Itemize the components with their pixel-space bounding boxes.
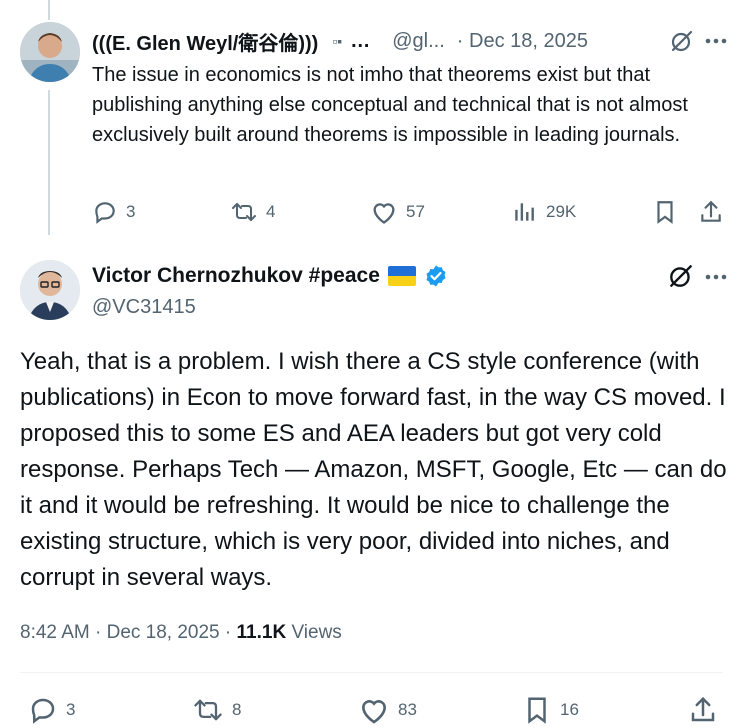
post-timestamp[interactable]: 8:42 AM · Dec 18, 2025 · [20, 622, 237, 643]
like-button[interactable]: 57 [370, 199, 425, 225]
repost-icon [232, 203, 256, 221]
post-views-label: Views [286, 622, 342, 643]
reply-button[interactable]: 3 [92, 199, 135, 225]
thread-line-top [48, 0, 50, 20]
more-icon[interactable] [703, 28, 729, 54]
post-reply-count: 3 [66, 700, 76, 719]
repost-button[interactable]: 4 [230, 199, 275, 225]
heart-icon [361, 700, 387, 724]
post-author-avatar[interactable] [20, 260, 80, 320]
post-like-count: 83 [398, 700, 417, 719]
reply-text: The issue in economics is not imho that … [92, 64, 688, 146]
thread-line-connector [48, 90, 50, 235]
reply-author-name[interactable]: (((E. Glen Weyl/衛谷倫))) [92, 27, 318, 56]
post-repost-button[interactable]: 8 [192, 695, 241, 725]
post-text: Yeah, that is a problem. I wish there a … [20, 348, 727, 591]
post-author-name[interactable]: Victor Chernozhukov #peace [92, 264, 380, 288]
bookmark-icon [657, 201, 673, 224]
post-meta: 8:42 AM · Dec 18, 2025 · 11.1K Views [20, 622, 342, 644]
more-icon[interactable] [703, 264, 729, 290]
bookmark-icon [528, 697, 546, 724]
post-repost-count: 8 [232, 700, 242, 719]
views-icon [515, 203, 534, 221]
post-bookmark-button[interactable]: 16 [522, 695, 579, 725]
reply-icon [95, 202, 115, 224]
post-author-handle[interactable]: @VC31415 [92, 296, 196, 319]
post-author-name-row: Victor Chernozhukov #peace [92, 264, 448, 288]
repost-icon [194, 699, 222, 721]
grok-icon[interactable] [667, 262, 695, 290]
reply-name-ellipsis: … [350, 29, 371, 52]
verified-badge-icon[interactable] [424, 264, 448, 288]
repost-count: 4 [266, 202, 276, 221]
post-bookmark-count: 16 [560, 700, 579, 719]
post-like-button[interactable]: 83 [358, 695, 417, 725]
reply-author-avatar[interactable] [20, 22, 80, 82]
heart-icon [373, 203, 395, 224]
share-icon [701, 200, 721, 222]
post-reply-button[interactable]: 3 [28, 695, 75, 725]
views-count: 29K [546, 202, 577, 221]
like-count: 57 [406, 202, 425, 221]
post-share-button[interactable] [688, 695, 718, 725]
grok-icon[interactable] [669, 28, 695, 54]
affiliation-badge-icon: ▫▪ [332, 33, 343, 49]
share-icon [691, 696, 715, 722]
bookmark-button[interactable] [652, 199, 678, 225]
reply-header: (((E. Glen Weyl/衛谷倫))) ▫▪ … @gl... · Dec… [92, 26, 728, 56]
reply-author-handle[interactable]: @gl... [392, 30, 445, 53]
ukraine-flag-icon [387, 266, 416, 286]
reply-count: 3 [126, 202, 136, 221]
post-views-count: 11.1K [236, 622, 287, 643]
reply-date[interactable]: · Dec 18, 2025 [457, 30, 588, 53]
share-button[interactable] [698, 199, 724, 225]
divider [20, 672, 723, 673]
reply-icon [31, 698, 55, 724]
views-button[interactable]: 29K [512, 199, 576, 225]
